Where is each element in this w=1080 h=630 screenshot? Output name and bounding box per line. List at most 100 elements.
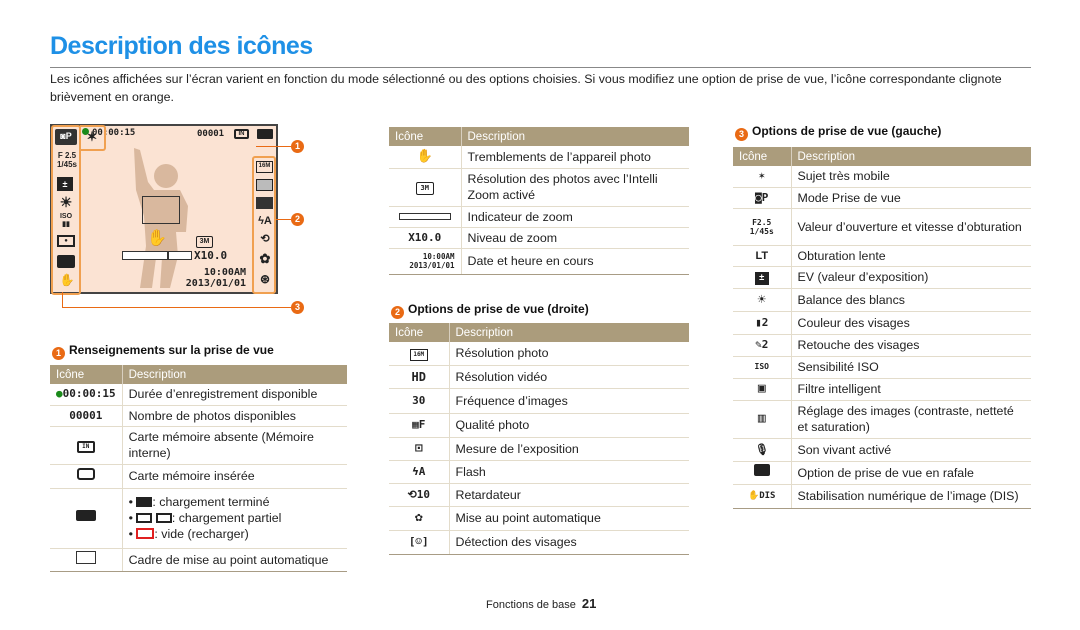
table-row: ◙P Mode Prise de vue: [733, 187, 1031, 209]
battery-full-text: : chargement terminé: [152, 495, 270, 509]
camera-shake-icon: ✋: [389, 146, 462, 169]
section-3-number: 3: [735, 128, 748, 141]
date-time-icon: 10:00AM 2013/01/01: [389, 248, 462, 275]
col-header-description: Description: [791, 147, 1031, 166]
row-description: Date et heure en cours: [461, 248, 689, 275]
section-1-title: 1 Renseignements sur la prise de vue: [52, 343, 274, 360]
af-frame: [142, 196, 180, 224]
table-row: ▥ Réglage des images (contraste, netteté …: [733, 400, 1031, 439]
high-speed-subject-icon: ✶: [86, 129, 98, 144]
col-header-icon: Icône: [733, 147, 792, 166]
timer-icon: ⟲10: [389, 483, 450, 507]
zoom-level: X10.0: [194, 249, 228, 262]
row-description: Obturation lente: [791, 245, 1031, 267]
smart-filter-icon: ●: [57, 235, 75, 247]
ev-icon: ±: [57, 177, 73, 191]
iso-icon: ISO ▮▮: [59, 213, 73, 228]
photo-resolution-icon: 16M: [409, 349, 428, 362]
image-adjust-icon: ▥: [733, 400, 792, 439]
col-header-icon: Icône: [50, 365, 123, 384]
table-row: ☀ Balance des blancs: [733, 288, 1031, 312]
row-description: EV (valeur d’exposition): [791, 266, 1031, 289]
autofocus-icon: ✿: [389, 506, 450, 531]
camera-screen-illustration: ✋ 3M X10.0 10:00AM 2013/01/01 00:00:15 0…: [50, 124, 278, 295]
table-row: ●00:00:15 Durée d’enregistrement disponib…: [50, 384, 347, 406]
table-row: ✿ Mise au point automatique: [389, 506, 689, 531]
aperture-shutter-icon: F 2.5 1/45s: [53, 151, 81, 169]
smart-filter-icon: ▣: [733, 378, 792, 401]
photo-resolution-icon: 16M: [256, 161, 273, 173]
long-time-icon: LT: [733, 245, 792, 267]
battery-empty-item: • : vide (recharger): [128, 527, 249, 541]
battery-icon: [257, 129, 273, 139]
table-row: Carte mémoire insérée: [50, 464, 347, 489]
table-row: 00001 Nombre de photos disponibles: [50, 405, 347, 427]
shutter-text: 1/45s: [56, 160, 78, 169]
battery-description: • : chargement terminé • : chargement pa…: [122, 488, 347, 549]
table-row: Option de prise de vue en rafale: [733, 461, 1031, 485]
callout-line-3: [62, 307, 291, 308]
callout-3: 3: [291, 301, 304, 314]
intelli-zoom-resolution-icon: 3M: [196, 236, 213, 248]
left-icon-column: ◙P F 2.5 1/45s ± ☀ ISO ▮▮ ● ✋: [51, 125, 81, 295]
callout-line-3v: [62, 292, 63, 307]
page-footer: Fonctions de base 21: [486, 596, 596, 611]
timer-icon: ⟲: [260, 233, 270, 245]
table-row: ⊡ Mesure de l’exposition: [389, 437, 689, 461]
right-icon-column: 16M ϟA ⟲ ✿ ⊛: [252, 156, 276, 294]
flash-icon: ϟA: [389, 460, 450, 484]
row-description: Nombre de photos disponibles: [122, 405, 347, 427]
burst-icon: [753, 464, 770, 476]
metering-icon: ⊡: [389, 437, 450, 461]
table-row: ▦F Qualité photo: [389, 413, 689, 438]
table-row: X10.0 Niveau de zoom: [389, 227, 689, 249]
table-row: ▣ Filtre intelligent: [733, 378, 1031, 401]
macro-icon: ✿: [259, 251, 271, 266]
battery-full-icon: [136, 497, 153, 507]
section-3-table: Icône Description ✶ Sujet très mobile ◙P Mo…: [733, 147, 1031, 509]
section-1-table: Icône Description ●00:00:15 Durée d’enregi…: [50, 365, 347, 572]
record-time-icon: 00:00:15: [62, 387, 116, 401]
ev-icon: ±: [754, 272, 769, 285]
section-2-title-text: Options de prise de vue (droite): [408, 302, 589, 316]
table-row: ✶ Sujet très mobile: [733, 166, 1031, 188]
callout-line-1: [256, 146, 291, 147]
table-row: F2.5 1/45s Valeur d’ouverture et vitesse …: [733, 208, 1031, 246]
battery-empty-text: : vide (recharger): [154, 527, 249, 541]
intelli-zoom-resolution-icon: 3M: [415, 182, 434, 195]
battery-partial-item: • : chargement partiel: [128, 511, 282, 525]
row-description: Sujet très mobile: [791, 166, 1031, 188]
section-mid-table: Icône Description ✋ Tremblements de l’appa…: [389, 127, 689, 275]
callout-line-2: [276, 219, 291, 220]
row-description: Carte mémoire absente (Mémoire interne): [122, 426, 347, 465]
row-description: Durée d’enregistrement disponible: [122, 384, 347, 406]
section-3-title-text: Options de prise de vue (gauche): [752, 124, 942, 138]
face-retouch-icon: ✎2: [733, 334, 792, 357]
time-text: 10:00AM: [203, 267, 246, 278]
video-resolution-icon: HD: [389, 365, 450, 389]
table-row: IN Carte mémoire absente (Mémoire interne…: [50, 426, 347, 465]
row-description: Résolution des photos avec l’Intelli Zoo…: [461, 168, 689, 207]
record-dot-icon: ●: [56, 387, 63, 401]
row-description: Carte mémoire insérée: [122, 464, 347, 489]
section-2-table: Icône Description 16M Résolution photo HD R…: [389, 323, 689, 555]
table-row: HD Résolution vidéo: [389, 365, 689, 389]
camera-program-icon: ◙P: [55, 129, 77, 145]
row-description: Retouche des visages: [791, 334, 1031, 357]
row-description: Qualité photo: [449, 413, 689, 438]
flash-icon: ϟA: [258, 215, 272, 227]
row-description: Balance des blancs: [791, 288, 1031, 312]
section-1-title-text: Renseignements sur la prise de vue: [69, 343, 274, 357]
section-2-title: 2 Options de prise de vue (droite): [391, 302, 589, 319]
row-description: Fréquence d’images: [449, 388, 689, 414]
table-row: ✋DIS Stabilisation numérique de l’image (…: [733, 484, 1031, 509]
battery-empty-icon: [136, 528, 155, 539]
burst-icon: [57, 255, 75, 268]
table-row: LT Obturation lente: [733, 245, 1031, 267]
table-row: 30 Fréquence d’images: [389, 388, 689, 414]
white-balance-icon: ☀: [733, 288, 792, 312]
internal-memory-icon: IN: [76, 441, 95, 453]
dis-icon: ✋: [59, 273, 75, 287]
row-description: Filtre intelligent: [791, 378, 1031, 401]
frame-rate-icon: 30: [389, 388, 450, 414]
